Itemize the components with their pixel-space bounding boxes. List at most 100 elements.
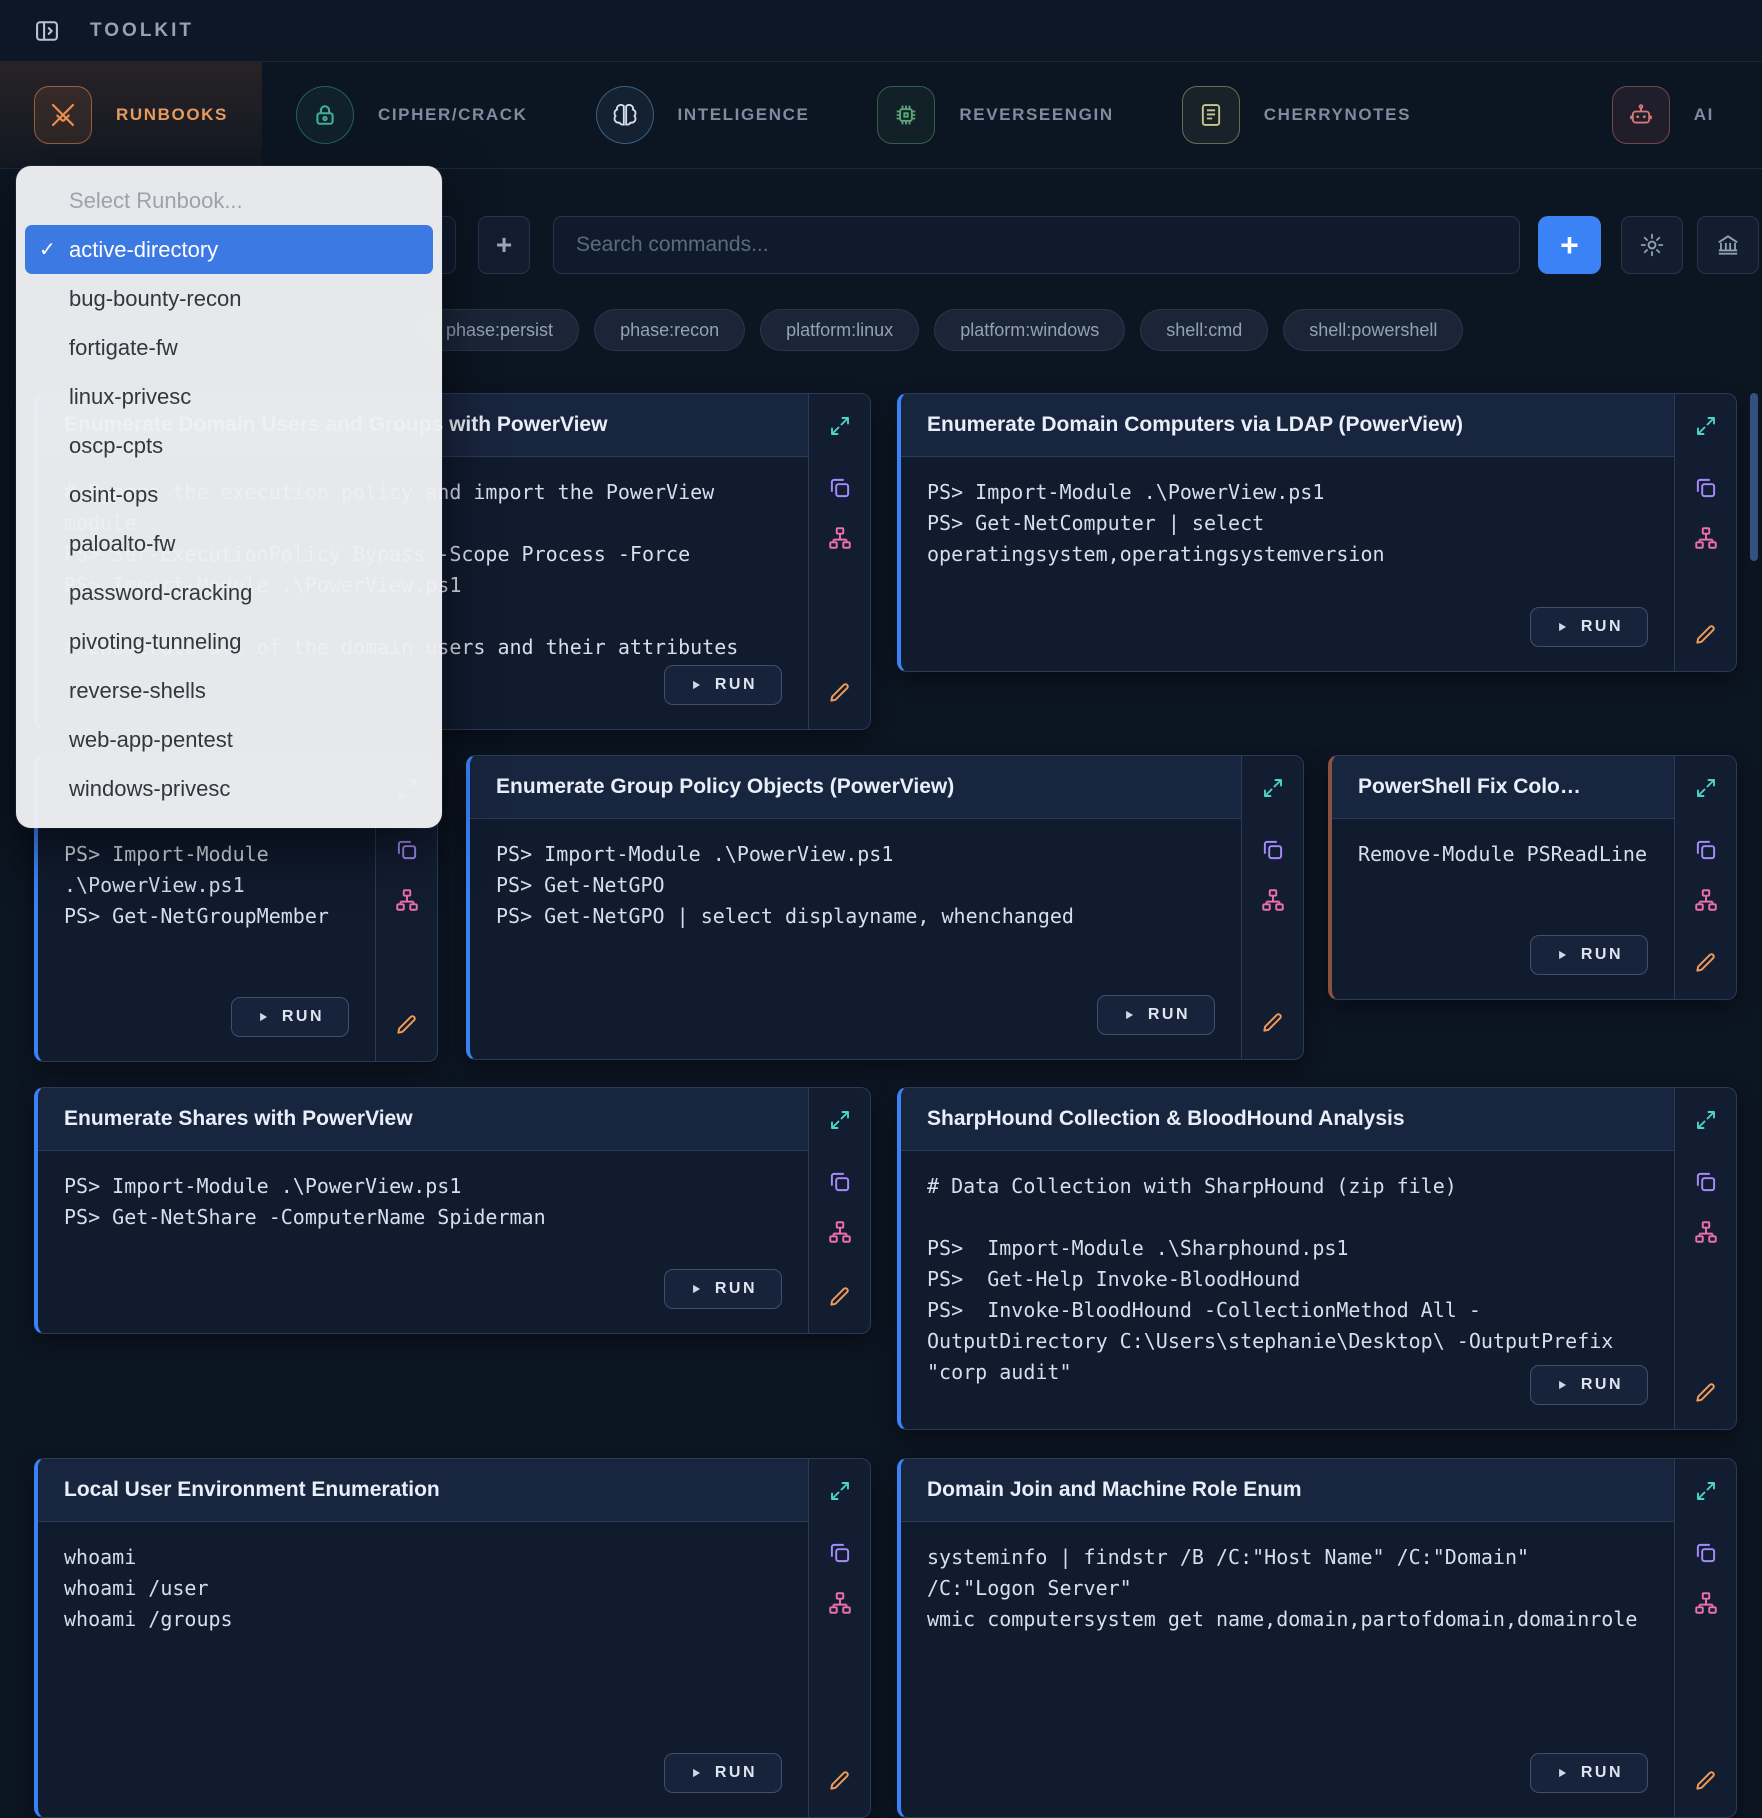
workflow-icon[interactable] [821,1213,859,1251]
card-rail [808,394,870,729]
edit-pencil-icon[interactable] [1254,1003,1292,1041]
copy-icon[interactable] [388,831,426,869]
play-icon [1555,1378,1569,1392]
card-title: Local User Environment Enumeration [38,1459,808,1522]
runbook-option[interactable]: ✓ bug-bounty-recon [25,274,433,323]
runbook-option[interactable]: ✓ paloalto-fw [25,519,433,568]
sidebar-toggle-icon[interactable] [30,14,64,48]
tab-ai[interactable]: AI [1578,62,1748,168]
brain-icon [596,86,654,144]
runbook-option[interactable]: ✓ oscp-cpts [25,421,433,470]
runbook-dropdown-placeholder: Select Runbook... [25,176,433,225]
runbook-option[interactable]: ✓ linux-privesc [25,372,433,421]
runbook-option[interactable]: ✓ pivoting-tunneling [25,617,433,666]
runbook-option[interactable]: ✓ windows-privesc [25,764,433,813]
runbook-options-list: ✓ active-directory ✓ bug-bounty-recon ✓ … [16,225,442,813]
card-title: Enumerate Shares with PowerView [38,1088,808,1151]
runbook-option[interactable]: ✓ reverse-shells [25,666,433,715]
filter-tag[interactable]: platform:windows [934,309,1125,351]
robot-icon [1612,86,1670,144]
filter-tag[interactable]: shell:powershell [1283,309,1463,351]
run-label: RUN [1581,1376,1623,1394]
settings-gear-icon[interactable] [1621,216,1683,274]
workflow-icon[interactable] [1687,519,1725,557]
runbook-option[interactable]: ✓ password-cracking [25,568,433,617]
filter-tag[interactable]: shell:cmd [1140,309,1268,351]
runbook-option[interactable]: ✓ osint-ops [25,470,433,519]
card-rail [1674,1088,1736,1429]
expand-icon[interactable] [1675,1088,1736,1151]
edit-pencil-icon[interactable] [821,1277,859,1315]
filter-tag[interactable]: phase:recon [594,309,745,351]
edit-pencil-icon[interactable] [1687,1373,1725,1411]
expand-icon[interactable] [1242,756,1303,819]
run-button[interactable]: RUN [1097,995,1215,1035]
tab-label: RUNBOOKS [116,105,228,125]
filter-tag[interactable]: platform:linux [760,309,919,351]
edit-pencil-icon[interactable] [821,673,859,711]
workflow-icon[interactable] [1687,881,1725,919]
tab-reverse-engineering[interactable]: REVERSEENGIN [843,62,1147,168]
add-runbook-button[interactable]: + [478,216,530,274]
tab-runbooks[interactable]: RUNBOOKS [0,62,262,168]
workflow-icon[interactable] [821,519,859,557]
copy-icon[interactable] [821,1534,859,1572]
filter-tag[interactable]: phase:persist [420,309,579,351]
run-label: RUN [1581,946,1623,964]
edit-pencil-icon[interactable] [1687,943,1725,981]
play-icon [1555,948,1569,962]
play-icon [689,1282,703,1296]
run-button[interactable]: RUN [1530,1365,1648,1405]
run-button[interactable]: RUN [1530,607,1648,647]
expand-icon[interactable] [809,1459,870,1522]
run-button[interactable]: RUN [1530,935,1648,975]
command-card: Domain Join and Machine Role Enum system… [897,1458,1737,1818]
edit-pencil-icon[interactable] [1687,1761,1725,1799]
run-label: RUN [282,1008,324,1026]
scrollbar-thumb[interactable] [1750,393,1758,561]
expand-icon[interactable] [1675,756,1736,819]
run-button[interactable]: RUN [664,1753,782,1793]
add-command-button[interactable]: + [1538,216,1601,274]
tab-cherrynotes[interactable]: CHERRYNOTES [1148,62,1445,168]
edit-pencil-icon[interactable] [821,1761,859,1799]
workflow-icon[interactable] [1254,881,1292,919]
copy-icon[interactable] [1687,469,1725,507]
runbook-option[interactable]: ✓ fortigate-fw [25,323,433,372]
run-button[interactable]: RUN [664,665,782,705]
edit-pencil-icon[interactable] [388,1005,426,1043]
copy-icon[interactable] [1687,1163,1725,1201]
copy-icon[interactable] [1687,1534,1725,1572]
tab-label: CHERRYNOTES [1264,105,1411,125]
command-card: Local User Environment Enumeration whoam… [34,1458,871,1818]
expand-icon[interactable] [809,1088,870,1151]
workflow-icon[interactable] [821,1584,859,1622]
edit-pencil-icon[interactable] [1687,615,1725,653]
card-rail [808,1088,870,1333]
run-button[interactable]: RUN [231,997,349,1037]
tab-cipher-crack[interactable]: CIPHER/CRACK [262,62,562,168]
runbook-dropdown: Select Runbook... ✓ active-directory ✓ b… [16,166,442,828]
search-input[interactable] [553,216,1520,274]
runbook-option[interactable]: ✓ web-app-pentest [25,715,433,764]
home-icon[interactable] [1697,216,1759,274]
tab-intelligence[interactable]: INTELIGENCE [562,62,844,168]
expand-icon[interactable] [1675,1459,1736,1522]
workflow-icon[interactable] [1687,1213,1725,1251]
expand-icon[interactable] [809,394,870,457]
card-title: PowerShell Fix Colo… [1332,756,1674,819]
card-title: SharpHound Collection & BloodHound Analy… [901,1088,1674,1151]
workflow-icon[interactable] [1687,1584,1725,1622]
filter-tags: phase:persist phase:recon platform:linux… [420,309,1463,351]
copy-icon[interactable] [1687,831,1725,869]
copy-icon[interactable] [821,469,859,507]
play-icon [689,1766,703,1780]
expand-icon[interactable] [1675,394,1736,457]
run-label: RUN [1581,618,1623,636]
copy-icon[interactable] [821,1163,859,1201]
copy-icon[interactable] [1254,831,1292,869]
runbook-option[interactable]: ✓ active-directory [25,225,433,274]
workflow-icon[interactable] [388,881,426,919]
run-button[interactable]: RUN [664,1269,782,1309]
run-button[interactable]: RUN [1530,1753,1648,1793]
